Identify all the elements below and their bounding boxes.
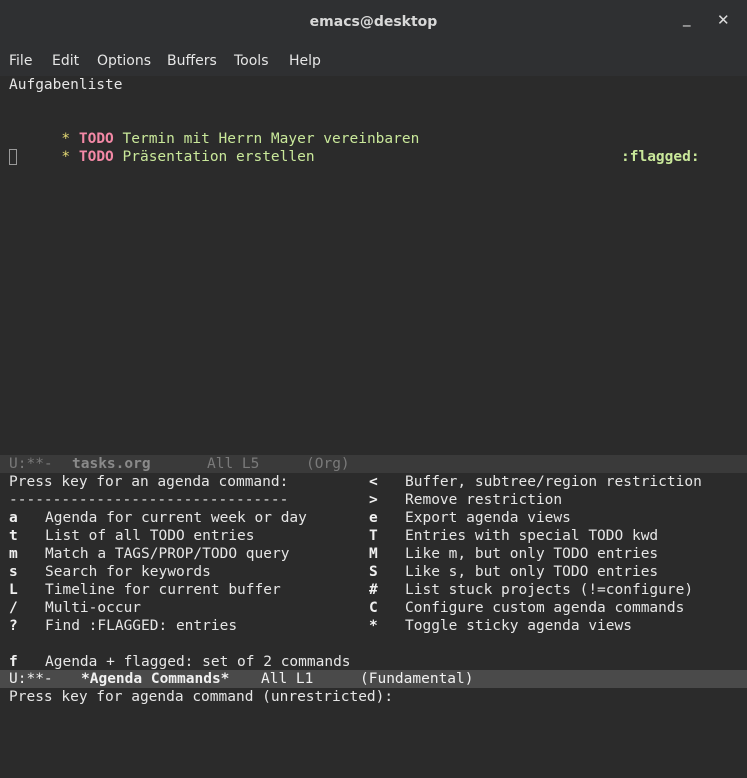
agenda-desc: Find :FLAGGED: entries xyxy=(45,618,238,634)
emacs-window: emacs@desktop _ ✕ File Edit Options Buff… xyxy=(0,0,747,706)
agenda-key: S xyxy=(369,564,378,580)
menu-options[interactable]: Options xyxy=(97,53,151,69)
modeline-status: U:**- xyxy=(9,671,53,687)
modeline-tasks[interactable]: U:**- tasks.org All L5 (Org) xyxy=(0,455,747,473)
todo-entry[interactable]: * TODO Präsentation erstellen xyxy=(9,130,314,165)
modeline-mode: (Fundamental) xyxy=(360,671,474,687)
modeline-position: All L1 xyxy=(261,671,314,687)
modeline-position: All L5 xyxy=(207,456,260,472)
agenda-key: m xyxy=(9,546,18,562)
agenda-desc: Search for keywords xyxy=(45,564,211,580)
menu-buffers[interactable]: Buffers xyxy=(167,53,217,69)
entry-text: Präsentation erstellen xyxy=(122,149,315,165)
agenda-desc: Configure custom agenda commands xyxy=(405,600,685,616)
close-icon[interactable]: ✕ xyxy=(717,11,730,29)
menu-tools[interactable]: Tools xyxy=(234,53,269,69)
buffer-heading: Aufgabenliste xyxy=(9,77,123,93)
text-cursor xyxy=(9,149,17,165)
agenda-desc: List of all TODO entries xyxy=(45,528,255,544)
agenda-desc: Agenda + flagged: set of 2 commands xyxy=(45,654,351,670)
agenda-key: M xyxy=(369,546,378,562)
agenda-key: # xyxy=(369,582,378,598)
agenda-desc: Like m, but only TODO entries xyxy=(405,546,659,562)
title-bar: emacs@desktop _ ✕ xyxy=(0,0,747,46)
minimize-icon[interactable]: _ xyxy=(683,9,691,27)
agenda-key: * xyxy=(369,618,378,634)
menu-edit[interactable]: Edit xyxy=(52,53,79,69)
agenda-key: / xyxy=(9,600,18,616)
modeline-buffer-name: tasks.org xyxy=(72,456,151,472)
window-title: emacs@desktop xyxy=(309,14,438,30)
agenda-key: C xyxy=(369,600,378,616)
agenda-separator: -------------------------------- xyxy=(9,492,289,508)
modeline-mode: (Org) xyxy=(306,456,350,472)
agenda-desc: Toggle sticky agenda views xyxy=(405,618,632,634)
menu-help[interactable]: Help xyxy=(289,53,321,69)
agenda-key: s xyxy=(9,564,18,580)
agenda-key: e xyxy=(369,510,378,526)
agenda-desc: Agenda for current week or day xyxy=(45,510,307,526)
editor-area[interactable]: Aufgabenliste * TODO Termin mit Herrn Ma… xyxy=(0,76,747,706)
agenda-desc: Like s, but only TODO entries xyxy=(405,564,659,580)
agenda-key: t xyxy=(9,528,18,544)
todo-keyword: TODO xyxy=(78,149,114,165)
menu-file[interactable]: File xyxy=(9,53,32,69)
menu-bar: File Edit Options Buffers Tools Help xyxy=(0,46,747,76)
minibuffer-prompt[interactable]: Press key for agenda command (unrestrict… xyxy=(9,688,393,706)
todo-entry[interactable]: * TODO Termin mit Herrn Mayer vereinbare… xyxy=(9,112,729,165)
agenda-desc: Buffer, subtree/region restriction xyxy=(405,474,702,490)
agenda-desc: List stuck projects (!=configure) xyxy=(405,582,694,598)
agenda-key: f xyxy=(9,654,18,670)
agenda-key: ? xyxy=(9,618,18,634)
agenda-key: L xyxy=(9,582,18,598)
modeline-agenda[interactable]: U:**- *Agenda Commands* All L1 (Fundamen… xyxy=(0,670,747,688)
agenda-desc: Entries with special TODO kwd xyxy=(405,528,659,544)
agenda-desc: Match a TAGS/PROP/TODO query xyxy=(45,546,290,562)
agenda-desc: Timeline for current buffer xyxy=(45,582,281,598)
agenda-key: a xyxy=(9,510,18,526)
agenda-key: T xyxy=(369,528,378,544)
entry-tag: :flagged: xyxy=(621,149,700,165)
modeline-status: U:**- xyxy=(9,456,53,472)
agenda-key: > xyxy=(369,492,378,508)
agenda-prompt: Press key for an agenda command: xyxy=(9,474,289,490)
agenda-desc: Remove restriction xyxy=(405,492,563,508)
agenda-desc: Multi-occur xyxy=(45,600,142,616)
agenda-desc: Export agenda views xyxy=(405,510,571,526)
modeline-buffer-name: *Agenda Commands* xyxy=(81,671,230,687)
agenda-key: < xyxy=(369,474,378,490)
heading-star: * xyxy=(61,149,71,165)
